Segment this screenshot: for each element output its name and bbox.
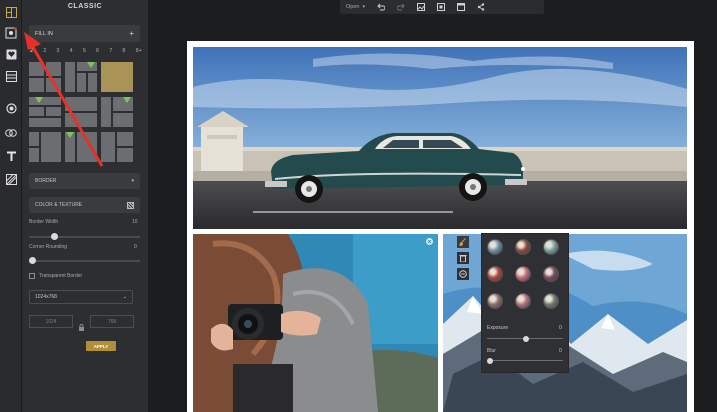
exposure-value: 0 bbox=[559, 325, 562, 331]
panel-title: CLASSIC bbox=[67, 3, 103, 10]
layout-thumb[interactable] bbox=[101, 132, 133, 162]
border-width-value: 10 bbox=[132, 219, 138, 225]
slider-knob[interactable] bbox=[487, 357, 493, 364]
photo-cell-photographer[interactable] bbox=[193, 234, 438, 412]
canvas-size-value: 1024x768 bbox=[35, 294, 57, 300]
count-option[interactable]: 8+ bbox=[136, 48, 142, 54]
lock-icon[interactable] bbox=[78, 318, 85, 331]
close-icon[interactable] bbox=[426, 238, 433, 245]
image-icon[interactable] bbox=[416, 3, 425, 11]
filter-swatch[interactable] bbox=[487, 293, 503, 309]
undo-icon[interactable] bbox=[377, 3, 385, 11]
corner-rounding-slider[interactable] bbox=[29, 257, 140, 264]
color-texture-label: COLOR & TEXTURE bbox=[35, 202, 83, 208]
chevron-down-icon: ▾ bbox=[131, 178, 134, 184]
filter-swatch[interactable] bbox=[515, 266, 531, 282]
transparent-border-label: Transparent Border bbox=[39, 273, 83, 279]
circle-icon[interactable] bbox=[3, 100, 19, 116]
filter-adjust-panel: Exposure 0 Blur 0 bbox=[481, 233, 569, 373]
border-label: BORDER bbox=[35, 178, 57, 184]
texture-swatch-icon bbox=[127, 201, 134, 209]
add-icon: + bbox=[129, 29, 134, 38]
slider-knob[interactable] bbox=[523, 335, 529, 342]
frame-icon[interactable] bbox=[456, 3, 465, 11]
redo-icon[interactable] bbox=[396, 3, 405, 11]
collage-canvas bbox=[187, 41, 694, 412]
exposure-slider[interactable] bbox=[487, 335, 563, 342]
collage-icon[interactable] bbox=[3, 25, 19, 41]
open-menu[interactable]: Open ▾ bbox=[346, 4, 365, 10]
grid-icon[interactable] bbox=[3, 68, 19, 84]
photo-cell-car[interactable] bbox=[193, 47, 687, 229]
brush-icon[interactable] bbox=[457, 236, 469, 248]
border-width-label: Border Width bbox=[29, 219, 59, 225]
border-dropdown[interactable]: BORDER ▾ bbox=[29, 173, 140, 189]
transparent-border-checkbox[interactable] bbox=[29, 273, 35, 279]
open-label: Open bbox=[346, 4, 360, 10]
slider-knob[interactable] bbox=[29, 257, 36, 264]
filter-swatch[interactable] bbox=[543, 266, 559, 282]
border-width-slider[interactable] bbox=[29, 233, 140, 240]
filter-swatch[interactable] bbox=[515, 239, 531, 255]
photographer-photo bbox=[193, 234, 438, 412]
width-input[interactable]: 1024 bbox=[29, 315, 73, 328]
slider-knob[interactable] bbox=[51, 233, 58, 240]
canvas-size-select[interactable]: 1024x768 ⌄ bbox=[29, 290, 133, 304]
layout-icon[interactable] bbox=[3, 4, 19, 20]
sticker-icon[interactable] bbox=[3, 124, 19, 140]
chevron-down-icon: ⌄ bbox=[122, 294, 127, 300]
filter-swatch[interactable] bbox=[487, 239, 503, 255]
height-input[interactable]: 768 bbox=[90, 315, 134, 328]
share-icon[interactable] bbox=[477, 3, 485, 11]
count-option[interactable]: 7 bbox=[109, 48, 112, 54]
annotation-arrow bbox=[24, 32, 104, 167]
photo-collage-editor: CLASSIC FILL IN + 2 2 3 4 5 6 7 8 8+ BOR… bbox=[0, 0, 717, 412]
selected-flag-icon bbox=[123, 97, 131, 103]
chevron-down-icon: ▾ bbox=[362, 4, 365, 10]
heart-icon[interactable] bbox=[3, 46, 19, 62]
tool-rail bbox=[0, 0, 22, 412]
layout-thumb[interactable] bbox=[101, 62, 133, 92]
exposure-label: Exposure bbox=[487, 325, 509, 331]
filter-swatch[interactable] bbox=[543, 293, 559, 309]
filter-swatch[interactable] bbox=[543, 239, 559, 255]
crop-icon[interactable] bbox=[436, 3, 445, 11]
layout-thumb[interactable] bbox=[101, 97, 133, 127]
blur-value: 0 bbox=[559, 348, 562, 354]
filter-swatch[interactable] bbox=[487, 266, 503, 282]
blur-label: Blur bbox=[487, 348, 496, 354]
filter-swatch[interactable] bbox=[515, 293, 531, 309]
corner-rounding-label: Corner Rounding bbox=[29, 244, 68, 250]
corner-rounding-value: 0 bbox=[134, 244, 137, 250]
car-photo bbox=[193, 47, 687, 229]
color-texture-button[interactable]: COLOR & TEXTURE bbox=[29, 197, 140, 213]
texture-icon[interactable] bbox=[3, 171, 19, 187]
count-option[interactable]: 8 bbox=[122, 48, 125, 54]
top-toolbar: Open ▾ bbox=[340, 0, 544, 14]
blur-slider[interactable] bbox=[487, 357, 563, 364]
zoom-out-icon[interactable] bbox=[457, 268, 469, 280]
delete-icon[interactable] bbox=[457, 252, 469, 264]
text-icon[interactable] bbox=[3, 148, 19, 164]
apply-button[interactable]: APPLY bbox=[86, 341, 116, 351]
